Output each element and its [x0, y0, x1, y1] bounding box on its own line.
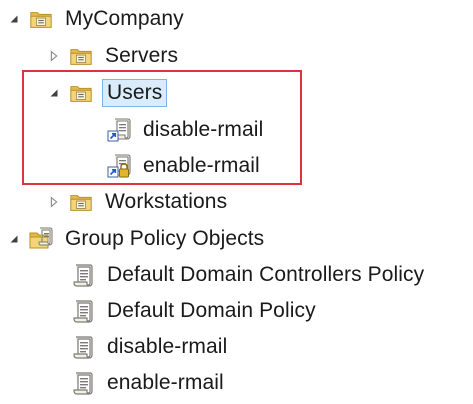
- tree-node-label: disable-rmail: [107, 335, 228, 358]
- tree-node-label: Default Domain Policy: [107, 299, 316, 322]
- ou-folder-icon: [68, 189, 94, 215]
- tree-node-label: Users: [102, 79, 168, 107]
- tree-node-label: Workstations: [105, 190, 228, 213]
- tree-node-group-policy-objects[interactable]: Group Policy Objects: [6, 224, 267, 254]
- tree-node-gpo-disable-rmail[interactable]: disable-rmail: [70, 332, 230, 362]
- expanded-triangle-icon[interactable]: [6, 11, 22, 27]
- tree-node-gpo-default-domain-controllers-policy[interactable]: Default Domain Controllers Policy: [70, 260, 427, 290]
- collapsed-triangle-icon[interactable]: [46, 194, 62, 210]
- tree-node-label: Default Domain Controllers Policy: [107, 263, 425, 286]
- tree-node-gpo-link-disable-rmail[interactable]: disable-rmail: [106, 115, 266, 145]
- gpo-link-enforced-icon: [106, 153, 132, 179]
- tree-node-workstations[interactable]: Workstations: [46, 187, 230, 217]
- expanded-triangle-icon[interactable]: [6, 231, 22, 247]
- ou-folder-icon: [28, 6, 54, 32]
- expanded-triangle-icon[interactable]: [46, 85, 62, 101]
- gpo-scroll-icon: [70, 262, 96, 288]
- gpo-scroll-icon: [70, 298, 96, 324]
- tree-node-gpo-enable-rmail[interactable]: enable-rmail: [70, 368, 227, 398]
- gpo-container-icon: [28, 226, 54, 252]
- tree-node-label: Servers: [105, 44, 179, 67]
- collapsed-triangle-icon[interactable]: [46, 48, 62, 64]
- tree-node-mycompany[interactable]: MyCompany: [6, 4, 187, 34]
- tree-node-label: enable-rmail: [107, 371, 224, 394]
- gpmc-tree-view: MyCompany Servers Users disable-rmail en…: [0, 0, 473, 404]
- ou-folder-icon: [68, 43, 94, 69]
- tree-node-gpo-default-domain-policy[interactable]: Default Domain Policy: [70, 296, 319, 326]
- ou-folder-icon: [68, 80, 94, 106]
- tree-node-users[interactable]: Users: [46, 78, 168, 108]
- tree-node-label: enable-rmail: [143, 154, 260, 177]
- gpo-link-icon: [106, 117, 132, 143]
- tree-node-label: MyCompany: [65, 7, 184, 30]
- gpo-scroll-icon: [70, 370, 96, 396]
- tree-node-gpo-link-enable-rmail[interactable]: enable-rmail: [106, 151, 263, 181]
- tree-node-servers[interactable]: Servers: [46, 41, 181, 71]
- tree-node-label: disable-rmail: [143, 118, 264, 141]
- gpo-scroll-icon: [70, 334, 96, 360]
- tree-node-label: Group Policy Objects: [65, 227, 265, 250]
